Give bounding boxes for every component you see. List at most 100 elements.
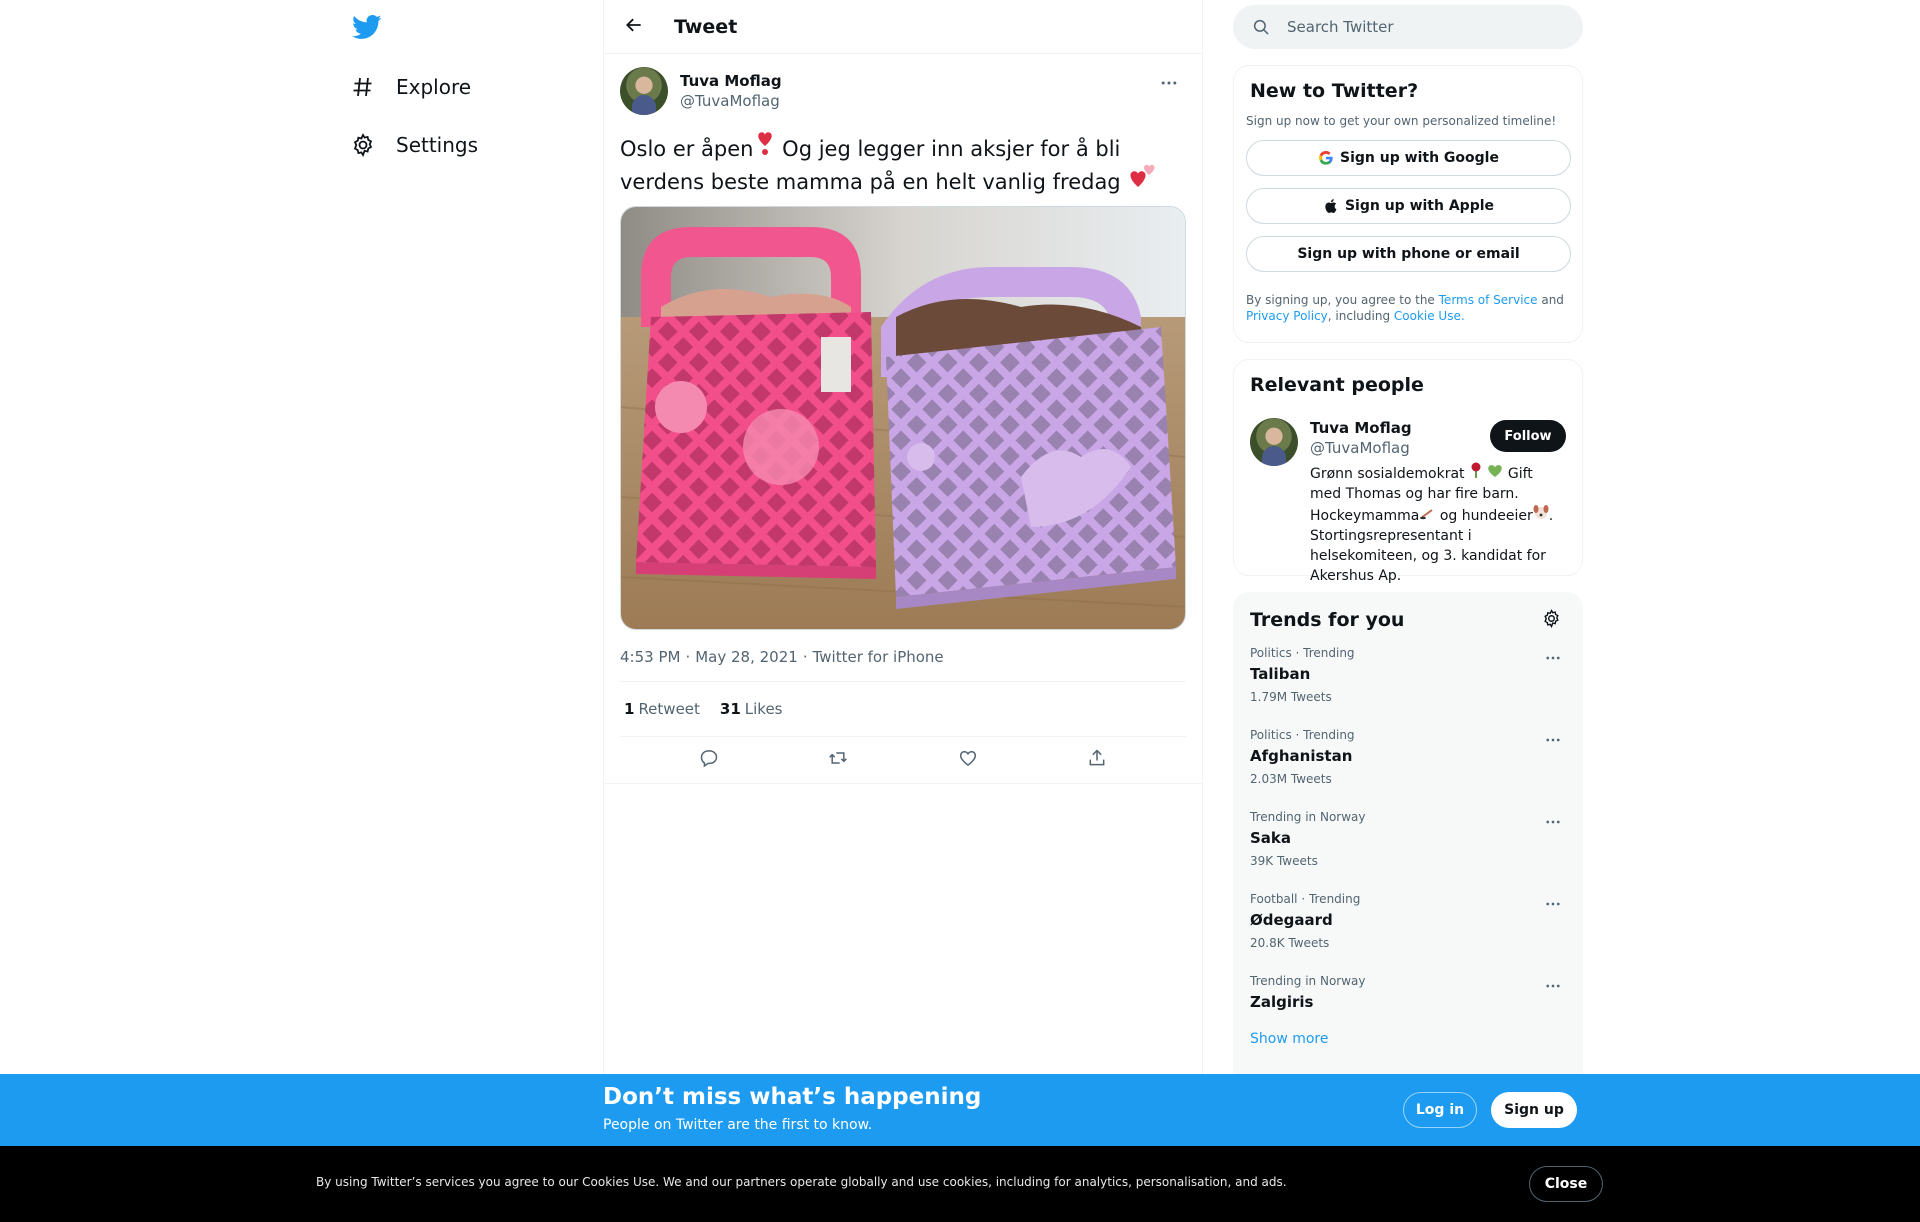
more-dots-icon bbox=[1159, 73, 1179, 97]
main-column: Tweet Tuva Moflag @TuvaMoflag Oslo er åp… bbox=[603, 0, 1203, 1222]
nav-item-label: Settings bbox=[396, 133, 479, 157]
share-button[interactable] bbox=[1079, 742, 1115, 778]
follow-button[interactable]: Follow bbox=[1490, 420, 1566, 452]
privacy-link[interactable]: Privacy Policy bbox=[1246, 309, 1328, 323]
photo-baskets bbox=[621, 207, 1185, 629]
signup-phone-button[interactable]: Sign up with phone or email bbox=[1246, 236, 1571, 272]
tweet-text: Oslo er åpen Og jeg legger inn aksjer fo… bbox=[620, 130, 1186, 196]
show-more-link[interactable]: Show more bbox=[1250, 1031, 1566, 1047]
tweet-more-button[interactable] bbox=[1154, 70, 1184, 100]
search-icon bbox=[1251, 17, 1271, 37]
signup-panel-title: New to Twitter? bbox=[1250, 80, 1419, 102]
trend-category: Football · Trending bbox=[1250, 892, 1361, 906]
author-name[interactable]: Tuva Moflag bbox=[680, 71, 782, 91]
trend-count: 20.8K Tweets bbox=[1250, 936, 1330, 950]
trend-name: Taliban bbox=[1250, 665, 1311, 683]
signup-apple-button[interactable]: Sign up with Apple bbox=[1246, 188, 1571, 224]
trend-more-button[interactable] bbox=[1540, 811, 1566, 837]
avatar[interactable] bbox=[620, 67, 668, 115]
person-bio: Grønn sosialdemokrat Gift med Thomas og … bbox=[1310, 462, 1564, 586]
retweet-button[interactable] bbox=[820, 742, 856, 778]
search-input[interactable] bbox=[1287, 18, 1547, 36]
likes-stat[interactable]: 31 Likes bbox=[720, 700, 783, 718]
more-dots-icon bbox=[1544, 731, 1562, 753]
avatar[interactable] bbox=[1250, 418, 1298, 466]
tweet-stats: 1 Retweet 31 Likes bbox=[620, 682, 1186, 737]
tweet-time[interactable]: 4:53 PM bbox=[620, 648, 680, 666]
person-card[interactable]: Tuva Moflag @TuvaMoflag Grønn sosialdemo… bbox=[1250, 418, 1566, 586]
nav-item-settings[interactable]: Settings bbox=[350, 125, 478, 165]
trend-category: Trending in Norway bbox=[1250, 974, 1366, 988]
hockey-icon bbox=[1419, 508, 1435, 524]
signup-panel: New to Twitter? Sign up now to get your … bbox=[1233, 65, 1583, 343]
trend-item[interactable]: Trending in Norway Zalgiris bbox=[1250, 961, 1566, 1025]
tweet-photo[interactable] bbox=[620, 206, 1186, 630]
two-hearts-icon bbox=[1127, 163, 1157, 196]
retweets-stat[interactable]: 1 Retweet bbox=[624, 700, 700, 718]
likes-label: Likes bbox=[744, 700, 783, 718]
main-header: Tweet bbox=[604, 0, 1202, 54]
tweet-author[interactable]: Tuva Moflag @TuvaMoflag bbox=[620, 66, 1186, 116]
nav-item-explore[interactable]: Explore bbox=[350, 67, 471, 107]
more-dots-icon bbox=[1544, 649, 1562, 671]
retweet-icon bbox=[828, 748, 848, 772]
exclamation-heart-icon bbox=[754, 130, 776, 163]
search-bar[interactable] bbox=[1233, 5, 1583, 49]
login-button[interactable]: Log in bbox=[1403, 1092, 1477, 1128]
trends-header: Trends for you bbox=[1250, 607, 1566, 633]
page-title: Tweet bbox=[674, 15, 738, 38]
trend-count: 1.79M Tweets bbox=[1250, 690, 1332, 704]
nav-item-label: Explore bbox=[396, 75, 472, 99]
twitter-bird-icon[interactable] bbox=[352, 12, 382, 42]
trend-category: Trending in Norway bbox=[1250, 810, 1366, 824]
signup-button[interactable]: Sign up bbox=[1491, 1092, 1577, 1128]
trend-item[interactable]: Politics · Trending Taliban 1.79M Tweets bbox=[1250, 633, 1566, 715]
trend-more-button[interactable] bbox=[1540, 729, 1566, 755]
cookie-use-link[interactable]: Cookie Use. bbox=[1394, 309, 1465, 323]
trends-title: Trends for you bbox=[1250, 609, 1405, 631]
trend-more-button[interactable] bbox=[1540, 647, 1566, 673]
heart-icon bbox=[958, 748, 978, 772]
trend-item[interactable]: Football · Trending Ødegaard 20.8K Tweet… bbox=[1250, 879, 1566, 961]
trend-item[interactable]: Trending in Norway Saka 39K Tweets bbox=[1250, 797, 1566, 879]
trend-item[interactable]: Politics · Trending Afghanistan 2.03M Tw… bbox=[1250, 715, 1566, 797]
tweet-source[interactable]: Twitter for iPhone bbox=[813, 648, 944, 666]
apple-icon bbox=[1323, 198, 1339, 214]
signup-promo-bar: Don’t miss what’s happening People on Tw… bbox=[0, 1074, 1920, 1146]
trend-category: Politics · Trending bbox=[1250, 728, 1355, 742]
more-dots-icon bbox=[1544, 977, 1562, 999]
back-button[interactable] bbox=[616, 9, 652, 45]
trend-count: 39K Tweets bbox=[1250, 854, 1318, 868]
trend-more-button[interactable] bbox=[1540, 975, 1566, 1001]
cookie-close-button[interactable]: Close bbox=[1529, 1166, 1603, 1202]
tweet-meta: 4:53 PM · May 28, 2021 · Twitter for iPhone bbox=[620, 648, 1186, 682]
signup-google-label: Sign up with Google bbox=[1340, 150, 1499, 166]
trend-name: Zalgiris bbox=[1250, 993, 1314, 1011]
trend-more-button[interactable] bbox=[1540, 893, 1566, 919]
signup-phone-label: Sign up with phone or email bbox=[1297, 246, 1520, 262]
relevant-people-panel: Relevant people Tuva Moflag @TuvaMoflag … bbox=[1233, 359, 1583, 584]
signup-google-button[interactable]: Sign up with Google bbox=[1246, 140, 1571, 176]
trend-name: Saka bbox=[1250, 829, 1292, 847]
reply-button[interactable] bbox=[691, 742, 727, 778]
tweet-actions bbox=[604, 737, 1202, 784]
tweet-date[interactable]: May 28, 2021 bbox=[695, 648, 798, 666]
trends-settings-button[interactable] bbox=[1536, 605, 1566, 635]
cookie-text: By using Twitter’s services you agree to… bbox=[316, 1175, 1287, 1189]
signup-subtitle: Sign up now to get your own personalized… bbox=[1246, 114, 1557, 128]
more-dots-icon bbox=[1544, 895, 1562, 917]
google-icon bbox=[1318, 150, 1334, 166]
terms-link[interactable]: Terms of Service bbox=[1439, 293, 1538, 307]
signup-legal: By signing up, you agree to the Terms of… bbox=[1246, 293, 1564, 323]
green-heart-icon bbox=[1487, 465, 1503, 482]
dog-face-icon bbox=[1533, 505, 1549, 524]
trend-count: 2.03M Tweets bbox=[1250, 772, 1332, 786]
hashtag-icon bbox=[350, 74, 376, 100]
gear-icon bbox=[350, 132, 376, 158]
promo-subtitle: People on Twitter are the first to know. bbox=[603, 1117, 873, 1133]
more-dots-icon bbox=[1544, 813, 1562, 835]
likes-count: 31 bbox=[719, 700, 741, 718]
author-handle[interactable]: @TuvaMoflag bbox=[680, 91, 782, 111]
relevant-people-title: Relevant people bbox=[1250, 374, 1424, 396]
like-button[interactable] bbox=[950, 742, 986, 778]
